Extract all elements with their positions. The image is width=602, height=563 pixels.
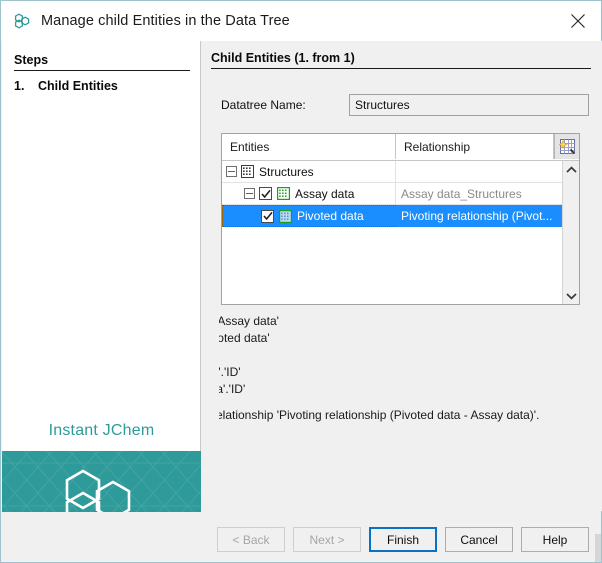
footer-bar: < Back Next > Finish Cancel Help <box>2 512 601 562</box>
description-line: say data'.'ID' <box>219 364 602 381</box>
column-header-entities[interactable]: Entities <box>222 134 396 159</box>
step-number: 1. <box>14 79 38 93</box>
table-row[interactable]: Pivoted data Pivoting relationship (Pivo… <box>222 205 562 227</box>
description-line: oted data'.'ID' <box>219 381 602 398</box>
grid-table-icon-green <box>279 210 292 223</box>
table-header-row: Entities Relationship <box>222 134 579 161</box>
step-label: Child Entities <box>38 79 118 93</box>
description-line <box>219 398 602 407</box>
cell-relationship[interactable] <box>396 161 562 183</box>
cell-relationship[interactable]: Pivoting relationship (Pivot... <box>396 205 562 227</box>
hexagon-cluster-icon <box>11 10 33 32</box>
datatree-name-input[interactable] <box>349 94 589 116</box>
back-button[interactable]: < Back <box>217 527 285 552</box>
page-title: Child Entities (1. from 1) <box>211 51 591 69</box>
column-header-relationship[interactable]: Relationship <box>396 134 554 159</box>
table-column-wand-icon[interactable] <box>554 134 579 159</box>
datatree-name-row: Datatree Name: <box>221 93 589 117</box>
entity-checkbox[interactable] <box>261 210 274 223</box>
expander-minus-icon[interactable] <box>226 166 237 177</box>
description-line: relationship 'Pivoting relationship (Piv… <box>219 407 602 424</box>
entity-checkbox[interactable] <box>259 187 272 200</box>
entities-table: Entities Relationship <box>221 133 580 305</box>
entity-label: Pivoted data <box>297 209 364 223</box>
button-bar: < Back Next > Finish Cancel Help <box>217 527 589 552</box>
grid-table-icon-dark <box>241 165 254 178</box>
window-scroll-nub <box>595 534 601 562</box>
cell-entity[interactable]: Assay data <box>222 183 396 205</box>
table-row[interactable]: Structures <box>222 161 562 183</box>
table-row[interactable]: Assay data Assay data_Structures <box>222 183 562 205</box>
title-bar: Manage child Entities in the Data Tree <box>1 1 601 41</box>
description-line: g entity 'Assay data' <box>219 313 602 330</box>
cell-relationship[interactable]: Assay data_Structures <box>396 183 562 205</box>
content-pane: Child Entities (1. from 1) Datatree Name… <box>201 41 602 511</box>
steps-heading: Steps <box>14 53 190 71</box>
description-line: lds: <box>219 347 602 364</box>
description-text: g entity 'Assay data' ntity 'Pivoted dat… <box>219 313 602 453</box>
steps-pane: Steps 1. Child Entities Instant JChem <box>2 41 201 511</box>
cell-entity[interactable]: Pivoted data <box>222 205 396 227</box>
table-body-wrap: Structures <box>222 161 579 304</box>
chevron-down-icon[interactable] <box>563 287 580 304</box>
expander-minus-icon[interactable] <box>244 188 255 199</box>
entity-label: Structures <box>259 165 314 179</box>
cancel-button[interactable]: Cancel <box>445 527 513 552</box>
cell-entity[interactable]: Structures <box>222 161 396 183</box>
step-item-child-entities: 1. Child Entities <box>14 79 190 93</box>
chevron-up-icon[interactable] <box>563 161 580 178</box>
description-line: ntity 'Pivoted data' <box>219 330 602 347</box>
next-button[interactable]: Next > <box>293 527 361 552</box>
help-button[interactable]: Help <box>521 527 589 552</box>
close-icon[interactable] <box>555 1 601 41</box>
finish-button[interactable]: Finish <box>369 527 437 552</box>
table-vertical-scrollbar[interactable] <box>562 161 579 304</box>
brand-name: Instant JChem <box>2 422 201 440</box>
entity-label: Assay data <box>295 187 354 201</box>
datatree-name-label: Datatree Name: <box>221 98 349 112</box>
window-title: Manage child Entities in the Data Tree <box>41 13 290 29</box>
dialog-window: Manage child Entities in the Data Tree S… <box>0 0 602 563</box>
table-body: Structures <box>222 161 562 304</box>
grid-table-icon-green <box>277 187 290 200</box>
